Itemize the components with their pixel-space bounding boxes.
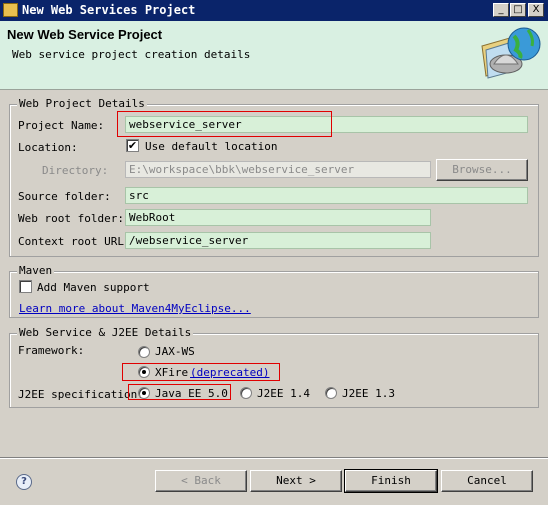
add-maven-support-checkbox[interactable] (19, 280, 32, 293)
j2ee-1-3-label: J2EE 1.3 (342, 387, 395, 400)
app-icon (3, 3, 18, 17)
web-service-wizard-icon (481, 27, 541, 79)
framework-label: Framework: (18, 344, 85, 357)
browse-button[interactable]: Browse... (436, 159, 528, 181)
page-description: Web service project creation details (12, 48, 251, 61)
close-button[interactable]: X (528, 3, 544, 17)
use-default-location-checkbox[interactable]: ✔ (126, 139, 139, 152)
j2ee-1-4-radio[interactable] (240, 387, 252, 399)
learn-more-maven-link[interactable]: Learn more about Maven4MyEclipse... (19, 302, 251, 315)
web-root-folder-label: Web root folder: (18, 212, 124, 225)
back-button[interactable]: < Back (155, 470, 247, 492)
source-folder-input[interactable]: src (125, 187, 528, 204)
jax-ws-radio[interactable] (138, 346, 150, 358)
add-maven-support-label: Add Maven support (37, 281, 150, 294)
next-button[interactable]: Next > (250, 470, 342, 492)
help-icon[interactable]: ? (16, 474, 32, 490)
xfire-highlight (122, 363, 280, 381)
maximize-button[interactable]: □ (510, 3, 526, 17)
jax-ws-label: JAX-WS (155, 345, 195, 358)
footer-separator (0, 457, 548, 459)
page-title: New Web Service Project (7, 27, 163, 42)
use-default-location-label: Use default location (145, 140, 278, 153)
minimize-button[interactable]: _ (493, 3, 509, 17)
web-root-folder-input[interactable]: WebRoot (125, 209, 431, 226)
location-label: Location: (18, 141, 78, 154)
j2ee-specification-label: J2EE specification: (18, 388, 144, 401)
directory-input[interactable]: E:\workspace\bbk\webservice_server (125, 161, 431, 178)
maven-legend: Maven (17, 264, 55, 277)
java-ee-5-highlight (128, 384, 231, 400)
finish-button[interactable]: Finish (344, 469, 438, 493)
project-name-highlight (117, 111, 332, 137)
source-folder-label: Source folder: (18, 190, 111, 203)
j2ee-1-3-radio[interactable] (325, 387, 337, 399)
j2ee-1-4-label: J2EE 1.4 (257, 387, 310, 400)
project-name-label: Project Name: (18, 119, 105, 132)
directory-label: Directory: (42, 164, 109, 177)
web-service-j2ee-legend: Web Service & J2EE Details (17, 326, 194, 339)
window-title: New Web Services Project (22, 3, 196, 17)
cancel-button[interactable]: Cancel (441, 470, 533, 492)
web-project-details-legend: Web Project Details (17, 97, 147, 110)
context-root-url-input[interactable]: /webservice_server (125, 232, 431, 249)
context-root-url-label: Context root URL: (18, 235, 131, 248)
